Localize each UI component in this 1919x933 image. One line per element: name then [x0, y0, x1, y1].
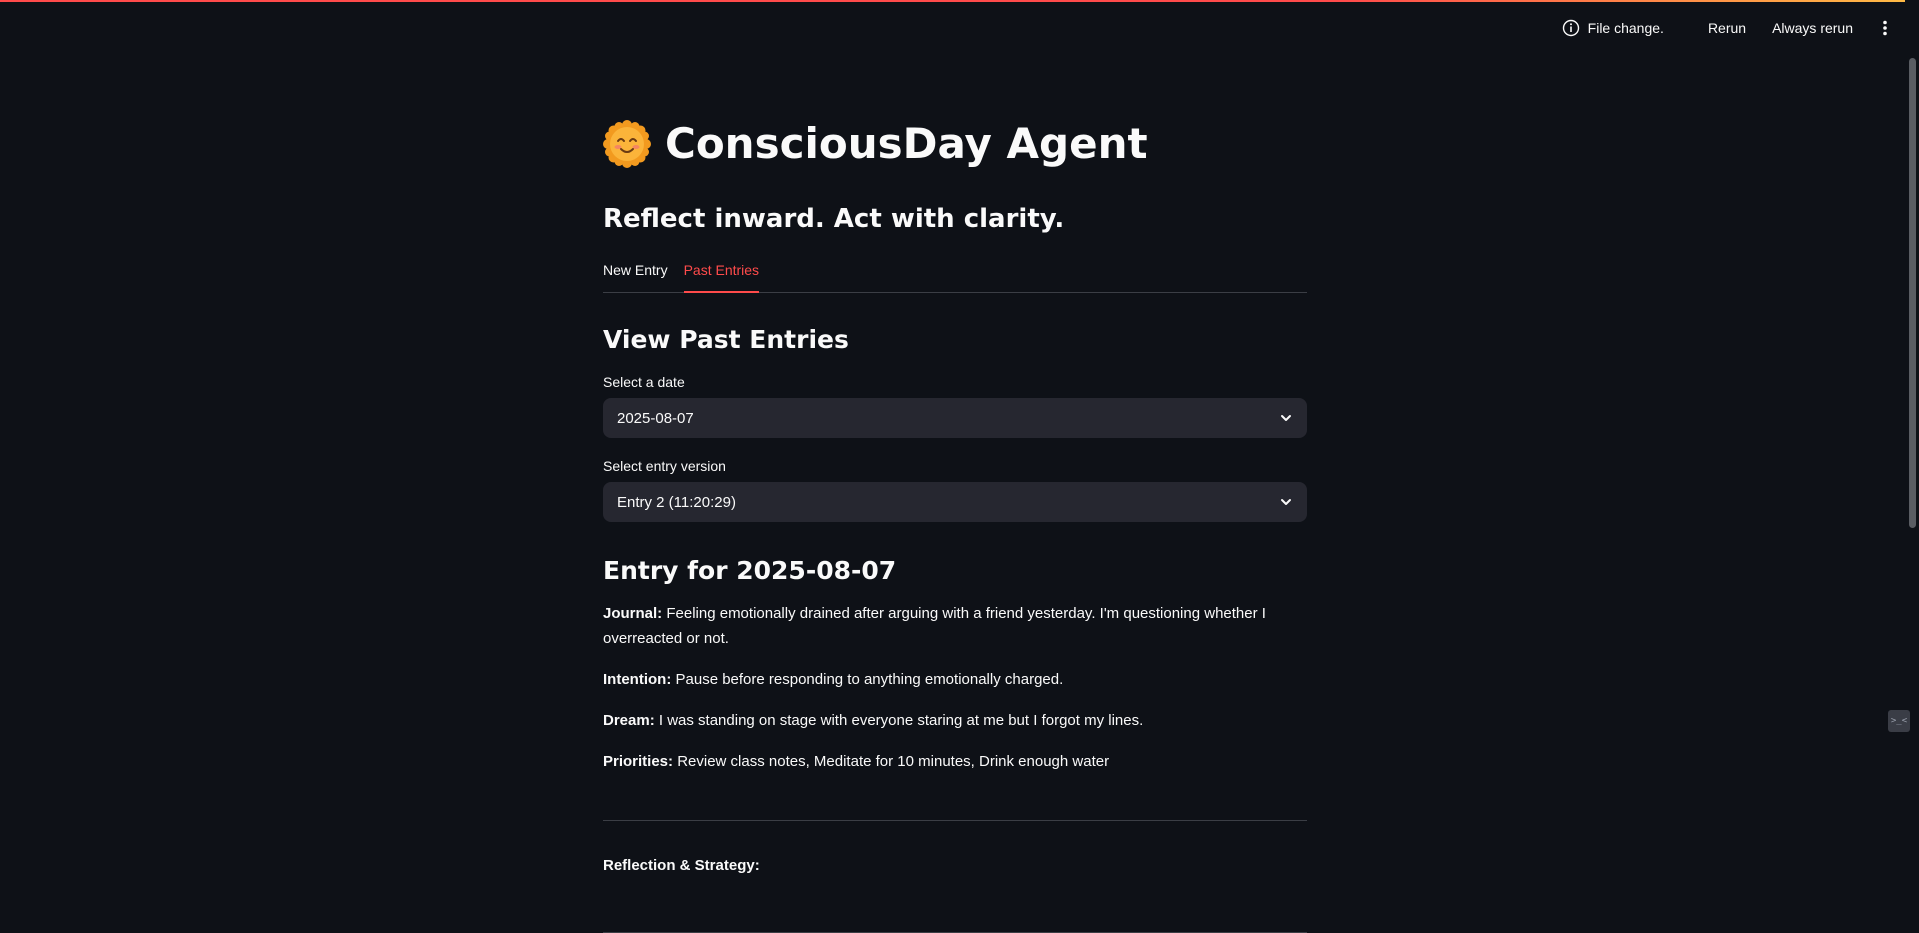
always-rerun-button[interactable]: Always rerun [1766, 16, 1859, 40]
code-toggle-icon[interactable]: >_< [1888, 710, 1910, 732]
intention-label: Intention: [603, 671, 672, 688]
app-toolbar: File change. Rerun Always rerun [1562, 14, 1893, 42]
page-subtitle: Reflect inward. Act with clarity. [603, 204, 1065, 234]
rerun-button[interactable]: Rerun [1702, 16, 1752, 40]
priorities-paragraph: Priorities: Review class notes, Meditate… [603, 749, 1307, 774]
tab-past-entries[interactable]: Past Entries [683, 252, 760, 293]
reflection-label: Reflection & Strategy: [603, 857, 760, 874]
intention-paragraph: Intention: Pause before responding to an… [603, 667, 1307, 692]
file-change-status: File change. [1562, 19, 1664, 37]
version-select-value: Entry 2 (11:20:29) [617, 493, 736, 511]
info-icon [1562, 19, 1580, 37]
priorities-text: Review class notes, Meditate for 10 minu… [677, 753, 1110, 770]
date-select[interactable]: 2025-08-07 [603, 398, 1307, 438]
dream-text: I was standing on stage with everyone st… [658, 712, 1144, 729]
side-widget-text: >_< [1890, 716, 1908, 726]
intention-text: Pause before responding to anything emot… [675, 671, 1064, 688]
main-content: ConsciousDay Agent Reflect inward. Act w… [603, 100, 1307, 933]
smiling-sun-icon [603, 120, 651, 168]
entry-heading: Entry for 2025-08-07 [603, 556, 897, 585]
divider [603, 820, 1307, 821]
priorities-label: Priorities: [603, 753, 674, 770]
chevron-down-icon [1279, 411, 1293, 425]
dream-paragraph: Dream: I was standing on stage with ever… [603, 708, 1307, 733]
version-select[interactable]: Entry 2 (11:20:29) [603, 482, 1307, 522]
date-select-value: 2025-08-07 [617, 409, 694, 427]
scrollbar-thumb[interactable] [1909, 58, 1916, 528]
version-select-label: Select entry version [603, 458, 726, 474]
tab-new-entry[interactable]: New Entry [603, 252, 668, 292]
page-title: ConsciousDay Agent [603, 114, 1307, 174]
kebab-menu-icon[interactable] [1877, 18, 1893, 38]
date-select-label: Select a date [603, 374, 685, 390]
journal-paragraph: Journal: Feeling emotionally drained aft… [603, 601, 1307, 651]
chevron-down-icon [1279, 495, 1293, 509]
status-text: File change. [1587, 20, 1664, 36]
journal-text: Feeling emotionally drained after arguin… [603, 605, 1266, 647]
tab-bar: New Entry Past Entries [603, 252, 1307, 293]
section-heading: View Past Entries [603, 325, 849, 354]
top-status-line [0, 0, 1919, 2]
dream-label: Dream: [603, 712, 655, 729]
journal-label: Journal: [603, 605, 663, 622]
page-scrollbar[interactable] [1905, 0, 1919, 931]
page-title-text: ConsciousDay Agent [665, 119, 1148, 168]
